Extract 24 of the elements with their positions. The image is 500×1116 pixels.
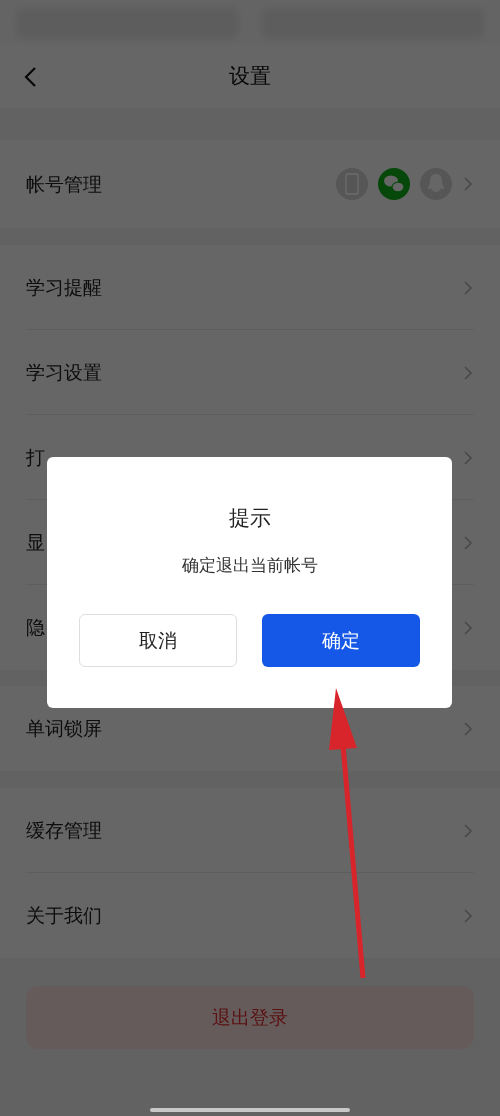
- cancel-button[interactable]: 取消: [79, 614, 237, 667]
- chevron-right-icon: [464, 450, 472, 465]
- chevron-right-icon: [464, 721, 472, 736]
- settings-label: 打: [26, 445, 45, 471]
- chevron-right-icon: [464, 908, 472, 923]
- settings-label: 单词锁屏: [26, 716, 102, 742]
- settings-label: 隐: [26, 615, 45, 641]
- settings-label: 缓存管理: [26, 818, 102, 844]
- chevron-right-icon: [464, 280, 472, 295]
- confirm-button[interactable]: 确定: [262, 614, 420, 667]
- chevron-right-icon: [464, 823, 472, 838]
- page-title: 设置: [229, 62, 271, 90]
- settings-label: 学习设置: [26, 360, 102, 386]
- chevron-right-icon: [464, 365, 472, 380]
- settings-label: 显: [26, 530, 45, 556]
- dialog-title: 提示: [228, 505, 271, 532]
- back-icon[interactable]: [23, 65, 37, 88]
- chevron-right-icon: [464, 177, 472, 191]
- settings-label: 关于我们: [26, 903, 102, 929]
- settings-label: 学习提醒: [26, 275, 102, 301]
- chevron-right-icon: [464, 620, 472, 635]
- chevron-right-icon: [464, 535, 472, 550]
- dialog-message: 确定退出当前帐号: [181, 553, 318, 577]
- settings-label: 帐号管理: [26, 171, 102, 197]
